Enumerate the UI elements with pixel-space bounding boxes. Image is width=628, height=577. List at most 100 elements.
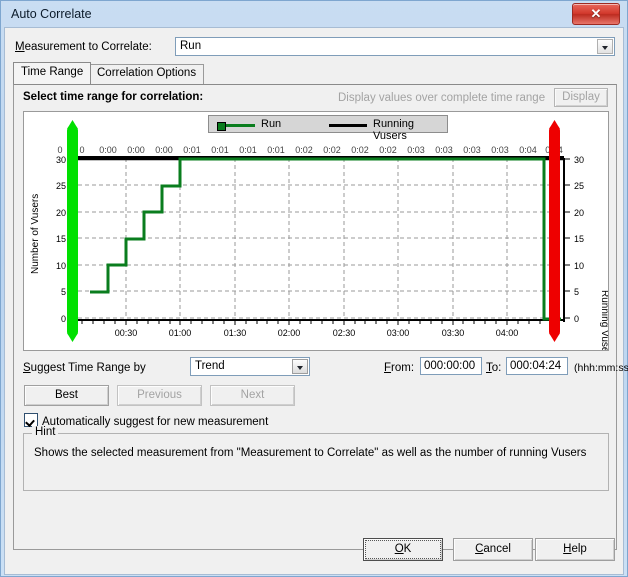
- display-button-label: Display: [562, 91, 600, 103]
- tab-time-range-label: Time Range: [21, 66, 84, 78]
- svg-text:25: 25: [56, 181, 66, 191]
- from-label-text: rom:: [391, 362, 415, 374]
- to-label-text: o:: [491, 362, 502, 374]
- cancel-button[interactable]: Cancel: [453, 538, 533, 561]
- auto-suggest-checkbox[interactable]: [24, 413, 38, 427]
- svg-text:10: 10: [56, 261, 66, 271]
- cancel-button-label: ancel: [483, 543, 511, 555]
- help-button-label: elp: [571, 543, 587, 555]
- x-axis-top-labels: 0 0 0:00 0:00 0:00 0:01 0:01 0:01 0:01 0…: [57, 145, 562, 155]
- panel-title: Select time range for correlation:: [23, 91, 204, 103]
- measurement-combobox[interactable]: Run: [175, 37, 615, 56]
- svg-text:25: 25: [574, 181, 584, 191]
- svg-text:01:30: 01:30: [224, 328, 247, 338]
- tab-strip: Time Range Correlation Options: [13, 62, 617, 84]
- svg-text:0:01: 0:01: [183, 145, 201, 155]
- chevron-down-icon-suggest[interactable]: [292, 359, 308, 374]
- measurement-value: Run: [180, 40, 202, 52]
- y-axis-left-labels: 0 5 10 15 20 25 30: [56, 155, 66, 324]
- suggest-method-value: Trend: [195, 360, 225, 372]
- svg-text:04:00: 04:00: [496, 328, 519, 338]
- range-start-marker[interactable]: [67, 120, 78, 342]
- svg-text:0:02: 0:02: [351, 145, 369, 155]
- next-button-label: Next: [240, 389, 265, 401]
- help-button[interactable]: Help: [535, 538, 615, 561]
- to-input[interactable]: 000:04:24: [506, 357, 568, 375]
- hint-text: Shows the selected measurement from "Mea…: [34, 447, 587, 459]
- ok-button[interactable]: OK: [363, 538, 443, 561]
- tab-correlation-options[interactable]: Correlation Options: [89, 64, 205, 84]
- previous-button-label: Previous: [137, 389, 182, 401]
- svg-text:15: 15: [56, 234, 66, 244]
- suggest-method-combobox[interactable]: Trend: [190, 357, 310, 376]
- svg-text:01:00: 01:00: [169, 328, 192, 338]
- svg-text:5: 5: [574, 287, 579, 297]
- svg-text:0:03: 0:03: [463, 145, 481, 155]
- best-button[interactable]: Best: [24, 385, 109, 406]
- svg-text:0:03: 0:03: [435, 145, 453, 155]
- close-button[interactable]: ✕: [572, 3, 620, 25]
- legend-label-run: Run: [261, 118, 282, 130]
- chart-legend: Run Running Vusers: [208, 115, 448, 142]
- time-range-panel: Select time range for correlation: Displ…: [13, 84, 628, 550]
- svg-text:0:03: 0:03: [491, 145, 509, 155]
- suggest-time-range-label: Suggest Time Range by: [23, 362, 146, 374]
- y-axis-right-labels: 0 5 10 15 20 25 30: [574, 155, 584, 324]
- previous-button: Previous: [117, 385, 202, 406]
- svg-text:00:30: 00:30: [115, 328, 138, 338]
- svg-text:5: 5: [61, 287, 66, 297]
- to-label: To:: [486, 362, 502, 374]
- svg-text:03:30: 03:30: [442, 328, 465, 338]
- legend-swatch-running-vusers: [329, 124, 367, 127]
- svg-text:0:01: 0:01: [267, 145, 285, 155]
- svg-text:0:00: 0:00: [155, 145, 173, 155]
- svg-text:0:04: 0:04: [519, 145, 537, 155]
- tab-time-range[interactable]: Time Range: [13, 62, 92, 84]
- svg-text:15: 15: [574, 234, 584, 244]
- svg-text:0:01: 0:01: [239, 145, 257, 155]
- auto-suggest-label: utomatically suggest for new measurement: [49, 416, 269, 428]
- best-button-label: Best: [54, 389, 78, 401]
- suggest-label-text: uggest Time Range by: [30, 362, 146, 374]
- time-range-chart[interactable]: 0 5 10 15 20 25 30 Number of Vusers 0 5 …: [23, 111, 609, 351]
- svg-text:30: 30: [56, 155, 66, 165]
- y-axis-right-title: Running Vusers: [599, 290, 608, 350]
- svg-text:0: 0: [574, 314, 579, 324]
- from-input[interactable]: 000:00:00: [420, 357, 482, 375]
- chevron-down-icon[interactable]: [597, 39, 613, 54]
- display-values-note: Display values over complete time range: [338, 92, 546, 104]
- close-icon: ✕: [590, 6, 602, 21]
- svg-text:20: 20: [574, 208, 584, 218]
- auto-suggest-row[interactable]: Automatically suggest for new measuremen…: [24, 413, 268, 428]
- svg-text:0:02: 0:02: [295, 145, 313, 155]
- svg-text:30: 30: [574, 155, 584, 165]
- svg-text:20: 20: [56, 208, 66, 218]
- svg-text:0:00: 0:00: [127, 145, 145, 155]
- title-bar: Auto Correlate ✕: [1, 1, 627, 29]
- svg-text:02:30: 02:30: [333, 328, 356, 338]
- chart-svg: 0 5 10 15 20 25 30 Number of Vusers 0 5 …: [30, 120, 608, 350]
- measurement-label: Measurement to Correlate:: [15, 41, 152, 53]
- svg-text:0: 0: [79, 145, 84, 155]
- from-label: From:: [384, 362, 415, 374]
- x-axis-bottom-labels: 00:30 01:00 01:30 02:00 02:30 03:00 03:3…: [115, 328, 519, 338]
- ok-button-label: K: [403, 543, 412, 555]
- svg-text:10: 10: [574, 261, 584, 271]
- dialog-client-area: Measurement to Correlate: Run Time Range…: [4, 27, 628, 575]
- display-button: Display: [554, 88, 608, 107]
- hint-group: [23, 433, 609, 491]
- hint-group-title: Hint: [32, 426, 59, 438]
- svg-text:0:00: 0:00: [99, 145, 117, 155]
- tab-correlation-options-label: Correlation Options: [97, 67, 197, 79]
- range-end-marker[interactable]: [549, 120, 560, 342]
- measurement-label-text: easurement to Correlate:: [24, 41, 152, 53]
- svg-text:0:03: 0:03: [407, 145, 425, 155]
- svg-text:02:00: 02:00: [278, 328, 301, 338]
- svg-text:0:02: 0:02: [323, 145, 341, 155]
- svg-text:0: 0: [61, 314, 66, 324]
- ok-button-inner: OK: [365, 540, 441, 559]
- svg-text:0:01: 0:01: [211, 145, 229, 155]
- auto-correlate-dialog: Auto Correlate ✕ Measurement to Correlat…: [0, 0, 628, 577]
- svg-text:0: 0: [57, 145, 62, 155]
- legend-label-running-vusers: Running Vusers: [373, 118, 414, 142]
